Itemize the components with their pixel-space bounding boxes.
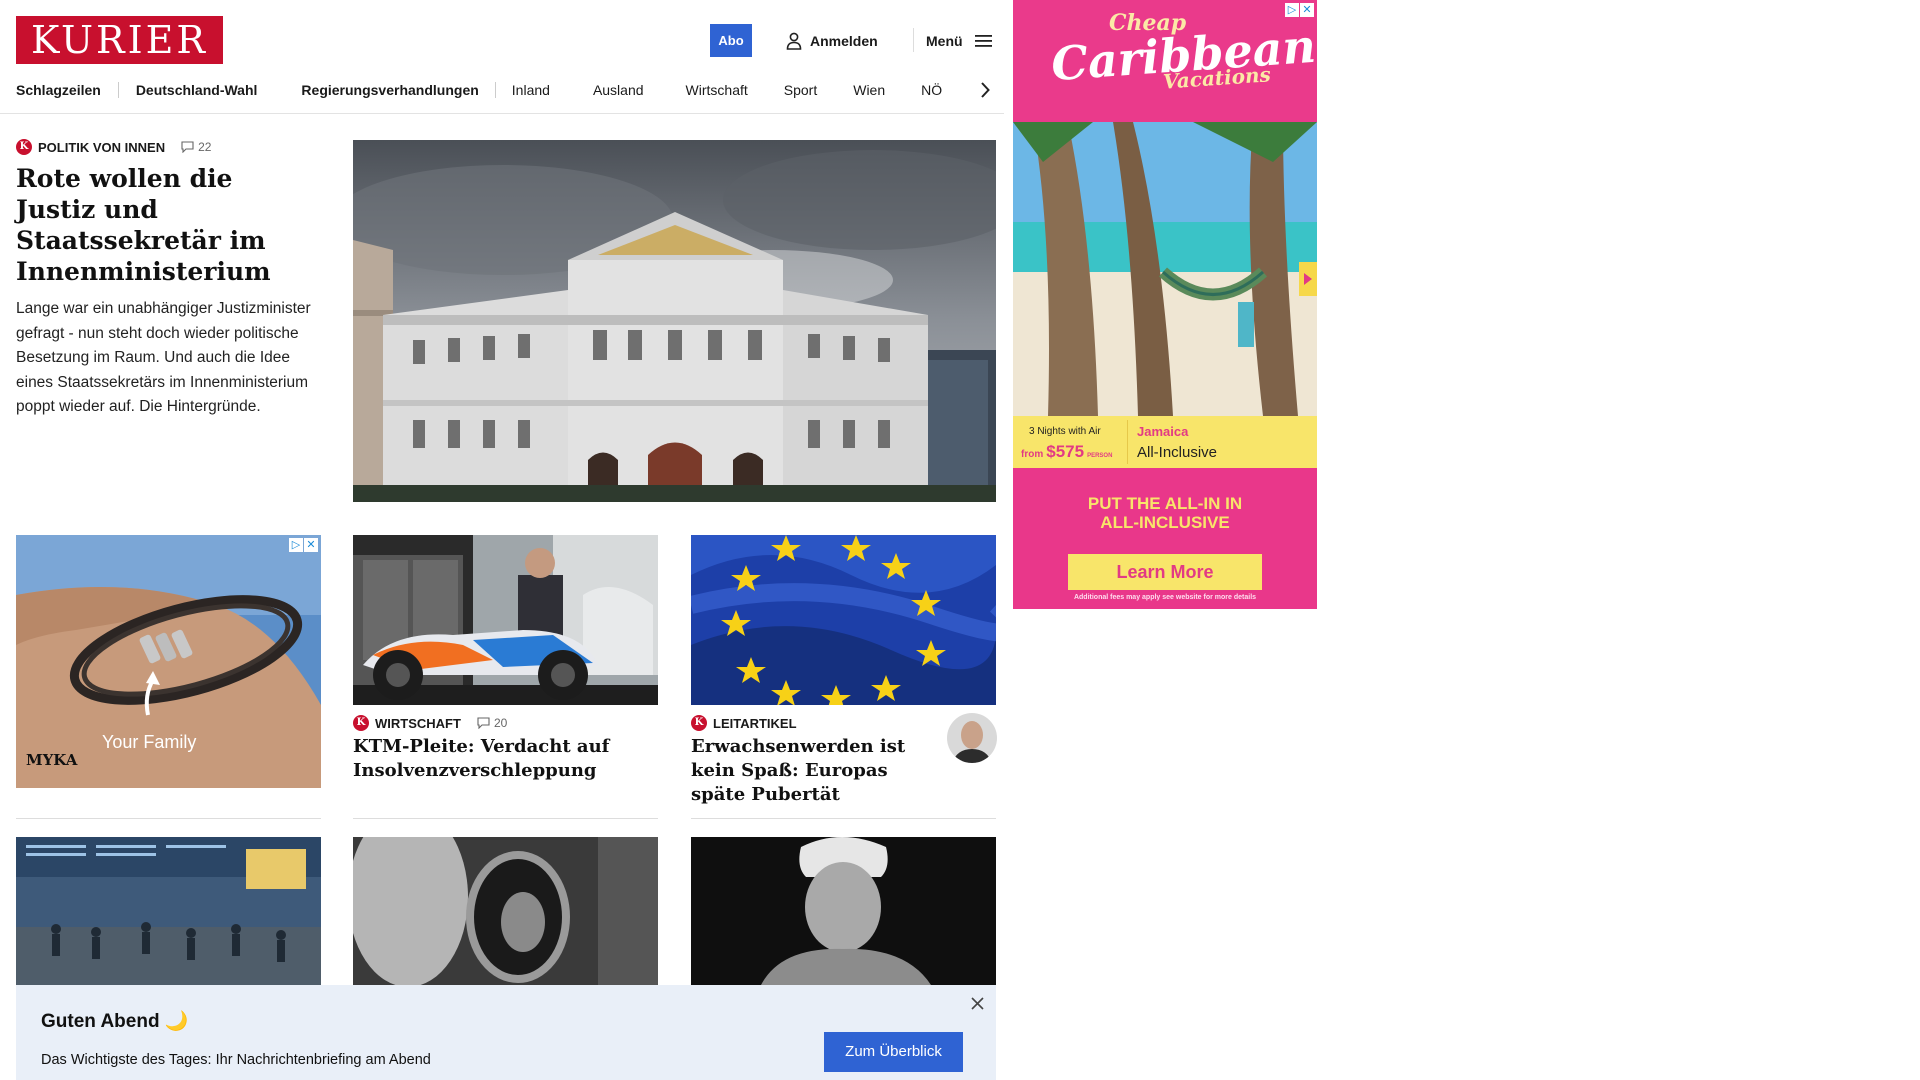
ad-next-arrow[interactable] bbox=[1299, 262, 1317, 296]
section-nav: Schlagzeilen Deutschland-Wahl Regierungs… bbox=[16, 78, 942, 102]
article-image-airport[interactable] bbox=[16, 837, 321, 985]
kurier-plus-icon: K bbox=[16, 139, 32, 155]
ad-brand: MYKA bbox=[26, 751, 78, 769]
lead-kicker: K POLITIK VON INNEN 22 bbox=[16, 139, 316, 155]
site-header: KURIER Abo Anmelden Menü Schlagzeilen De… bbox=[0, 0, 1004, 114]
user-icon bbox=[786, 32, 802, 50]
article-comments[interactable]: 20 bbox=[477, 716, 507, 730]
article-image-mirror[interactable] bbox=[353, 837, 658, 985]
briefing-overview-button[interactable]: Zum Überblick bbox=[824, 1032, 963, 1072]
menu-button[interactable]: Menü bbox=[926, 30, 992, 52]
nav-item-noe[interactable]: NÖ bbox=[921, 82, 942, 98]
lead-section: POLITIK VON INNEN bbox=[38, 139, 166, 155]
ad-per-person: PERSON bbox=[1087, 453, 1113, 459]
ad-choices[interactable]: ▷ ✕ bbox=[289, 538, 318, 552]
ad-close-icon[interactable]: ✕ bbox=[304, 538, 318, 552]
divider bbox=[16, 818, 321, 819]
abo-button[interactable]: Abo bbox=[710, 24, 752, 57]
article-section: LEITARTIKEL bbox=[713, 715, 797, 731]
briefing-title: Guten Abend 🌙 bbox=[41, 1011, 189, 1032]
lead-comment-count: 22 bbox=[198, 140, 212, 154]
nav-item-regierungsverhandlungen[interactable]: Regierungsverhandlungen bbox=[301, 82, 478, 98]
nav-divider bbox=[494, 82, 496, 98]
lead-image-palais[interactable] bbox=[353, 140, 996, 502]
close-icon bbox=[970, 996, 984, 1010]
ad-fine-print: Additional fees may apply see website fo… bbox=[1073, 594, 1257, 601]
ad-package: All-Inclusive bbox=[1137, 444, 1218, 461]
lead-title[interactable]: Rote wollen die Justiz und Staatssekretä… bbox=[16, 163, 316, 287]
advertisement-bracelet[interactable]: Your Family MYKA ▷ ✕ bbox=[16, 535, 321, 788]
ad-info-icon[interactable]: ▷ bbox=[289, 538, 303, 552]
kurier-plus-icon: K bbox=[691, 715, 707, 731]
article-card-ktm[interactable]: K WIRTSCHAFT 20 KTM-Pleite: Verdacht auf… bbox=[353, 535, 658, 783]
article-card-leitartikel[interactable]: K LEITARTIKEL Erwachsenwerden ist kein S… bbox=[691, 535, 996, 807]
comment-icon bbox=[477, 717, 490, 729]
ad-caption: Your Family bbox=[102, 732, 197, 752]
author-avatar[interactable] bbox=[947, 713, 997, 763]
article-image-eu-flag[interactable] bbox=[691, 535, 996, 705]
chevron-right-icon bbox=[981, 82, 990, 98]
nav-scroll-right-button[interactable] bbox=[975, 78, 995, 102]
nav-item-ausland[interactable]: Ausland bbox=[593, 82, 644, 98]
nav-item-deutschland-wahl[interactable]: Deutschland-Wahl bbox=[136, 82, 258, 98]
ad-info-icon[interactable]: ▷ bbox=[1285, 3, 1299, 17]
nav-item-wien[interactable]: Wien bbox=[853, 82, 885, 98]
nav-item-schlagzeilen[interactable]: Schlagzeilen bbox=[16, 82, 101, 98]
ad-destination: Jamaica bbox=[1137, 424, 1189, 439]
ad-close-icon[interactable]: ✕ bbox=[1300, 3, 1314, 17]
comment-icon bbox=[181, 141, 194, 153]
article-comment-count: 20 bbox=[493, 716, 508, 730]
divider bbox=[691, 818, 996, 819]
ad-nights: 3 Nights with Air bbox=[1029, 426, 1101, 437]
ad-slogan-2: ALL-INCLUSIVE bbox=[1100, 513, 1230, 532]
nav-item-sport[interactable]: Sport bbox=[784, 82, 817, 98]
briefing-text: Das Wichtigste des Tages: Ihr Nachrichte… bbox=[41, 1052, 431, 1068]
article-title[interactable]: KTM-Pleite: Verdacht auf Insolvenzversch… bbox=[353, 735, 658, 783]
ad-slogan-1: PUT THE ALL-IN IN bbox=[1087, 494, 1243, 513]
lead-article[interactable]: K POLITIK VON INNEN 22 Rote wollen die J… bbox=[16, 139, 316, 420]
ad-from: from bbox=[1021, 449, 1044, 460]
article-section: WIRTSCHAFT bbox=[375, 715, 461, 731]
login-label: Anmelden bbox=[810, 33, 878, 49]
kurier-logo[interactable]: KURIER bbox=[16, 16, 223, 64]
hamburger-icon bbox=[974, 35, 992, 47]
lead-teaser: Lange war ein unabhängiger Justizministe… bbox=[16, 300, 311, 415]
divider bbox=[353, 818, 658, 819]
nav-divider bbox=[117, 82, 119, 98]
header-divider bbox=[913, 28, 914, 52]
nav-item-wirtschaft[interactable]: Wirtschaft bbox=[686, 82, 748, 98]
article-kicker: K WIRTSCHAFT 20 bbox=[353, 715, 658, 731]
article-image-portrait[interactable] bbox=[691, 837, 996, 985]
advertisement-caribbean[interactable]: Cheap Caribbean Vacations 3 Nights with … bbox=[1013, 0, 1317, 609]
ad-price: $575 bbox=[1046, 442, 1085, 461]
nav-item-inland[interactable]: Inland bbox=[512, 82, 550, 98]
login-button[interactable]: Anmelden bbox=[786, 30, 878, 52]
article-image-ktm[interactable] bbox=[353, 535, 658, 705]
article-title[interactable]: Erwachsenwerden ist kein Spaß: Europas s… bbox=[691, 735, 936, 807]
ad-learn-more-button[interactable]: Learn More bbox=[1068, 554, 1262, 590]
lead-comments[interactable]: 22 bbox=[181, 140, 211, 154]
ad-beach-image bbox=[1013, 122, 1317, 416]
kurier-plus-icon: K bbox=[353, 715, 369, 731]
briefing-close-button[interactable] bbox=[967, 993, 987, 1013]
play-arrow-icon bbox=[1304, 273, 1312, 285]
menu-label: Menü bbox=[926, 33, 963, 49]
ad-choices[interactable]: ▷ ✕ bbox=[1285, 3, 1314, 17]
evening-briefing-banner: Guten Abend 🌙 Das Wichtigste des Tages: … bbox=[16, 985, 996, 1080]
